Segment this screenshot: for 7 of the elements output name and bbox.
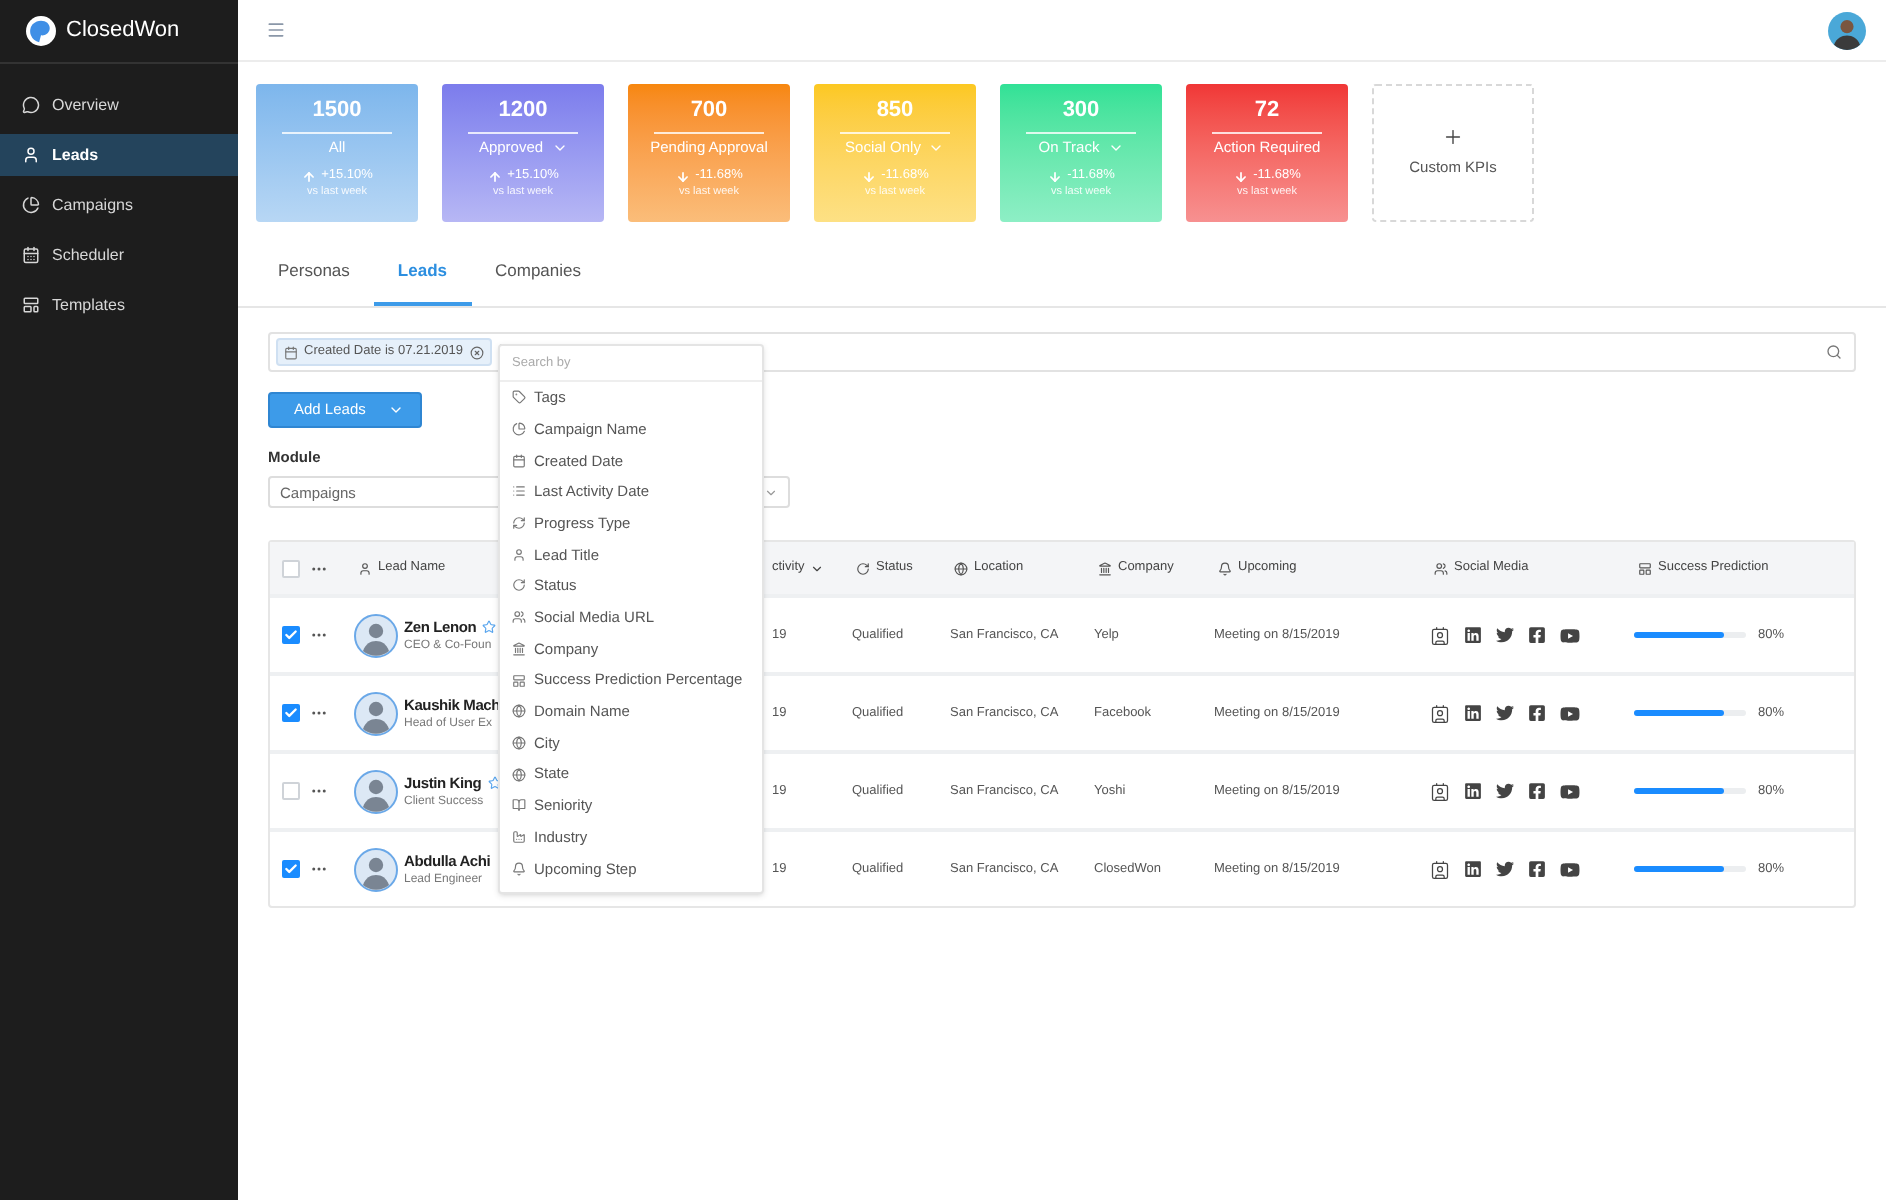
brand-name: ClosedWon: [66, 16, 180, 47]
kpi-value: 1500: [312, 100, 362, 122]
kpi-value: 700: [690, 100, 728, 122]
kpi-value: 300: [1062, 100, 1100, 122]
kpi-value: 72: [1254, 100, 1280, 122]
kpi-value: 850: [876, 100, 914, 122]
kpi-value: 1200: [498, 100, 548, 122]
